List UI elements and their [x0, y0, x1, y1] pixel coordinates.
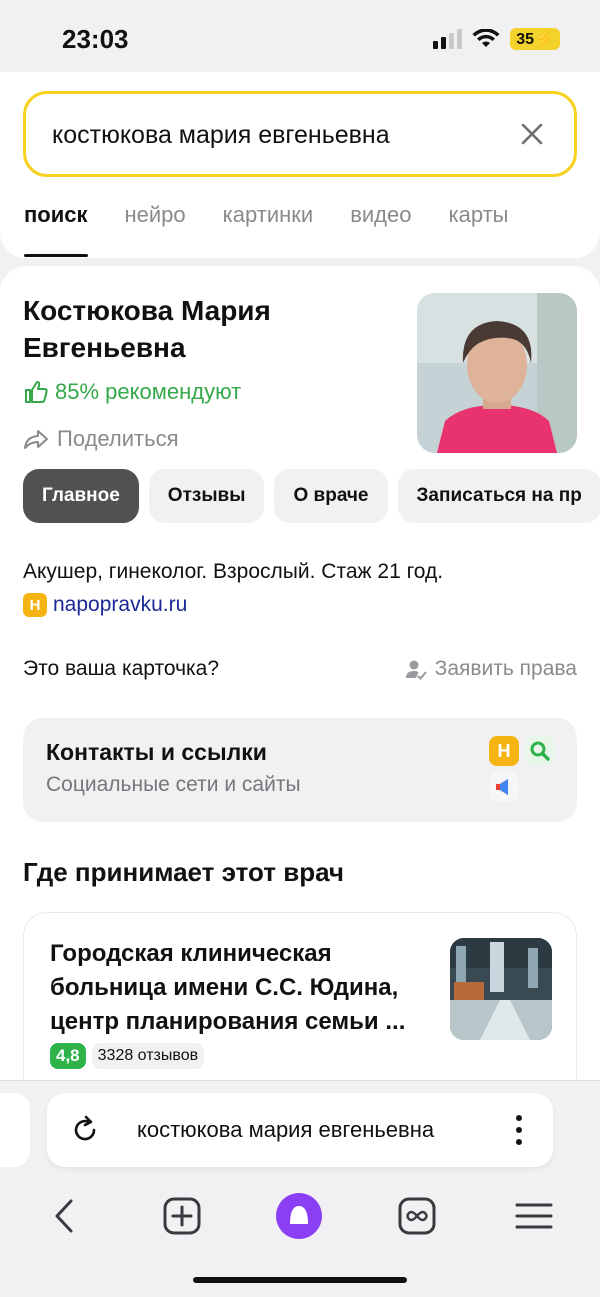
- share-label: Поделиться: [57, 426, 179, 451]
- contacts-title: Контакты и ссылки: [46, 739, 267, 765]
- section-chips: Главное Отзывы О враче Записаться на пр: [23, 469, 600, 523]
- megaphone-icon: [489, 772, 519, 802]
- tab-neuro[interactable]: нейро: [125, 202, 186, 228]
- battery-level: 35: [516, 31, 535, 48]
- signal-icon: [433, 29, 463, 49]
- menu-icon: [515, 1203, 553, 1229]
- recommend-rate: 85% рекомендуют: [23, 379, 241, 405]
- chip-about[interactable]: О враче: [274, 469, 388, 523]
- reviews-count[interactable]: 3328 отзывов: [91, 1043, 205, 1069]
- doctor-description: Акушер, гинеколог. Взрослый. Стаж 21 год…: [23, 560, 444, 583]
- share-button[interactable]: Поделиться: [23, 426, 178, 452]
- napopravku-icon: H: [489, 736, 519, 766]
- share-icon: [24, 430, 48, 449]
- alice-icon: [276, 1193, 322, 1239]
- clinic-rating: 4,8 3328 отзывов: [50, 1043, 205, 1069]
- tabs-icon: [398, 1197, 436, 1235]
- search-query[interactable]: костюкова мария евгеньевна: [52, 121, 390, 150]
- clinic-photo: [450, 938, 552, 1040]
- source-domain[interactable]: napopravku.ru: [53, 593, 187, 617]
- contacts-card[interactable]: Контакты и ссылки Социальные сети и сайт…: [23, 718, 577, 822]
- previous-tab-edge[interactable]: [0, 1093, 30, 1167]
- your-card-question: Это ваша карточка?: [23, 657, 220, 680]
- tab-video[interactable]: видео: [350, 202, 411, 228]
- address-text[interactable]: костюкова мария евгеньевна: [137, 1117, 434, 1143]
- clinic-name[interactable]: Городская клиническая больница имени С.С…: [50, 937, 445, 1039]
- browser-toolbar: костюкова мария евгеньевна: [0, 1080, 600, 1297]
- doctor-name: Костюкова Мария Евгеньевна: [23, 295, 271, 363]
- contacts-icons: H: [489, 736, 555, 804]
- doctor-card: Костюкова Мария Евгеньевна 85% рекоменду…: [0, 266, 600, 1096]
- chip-reviews[interactable]: Отзывы: [148, 469, 265, 523]
- search-header: костюкова мария евгеньевна поиск нейро к…: [0, 72, 600, 258]
- more-icon[interactable]: [515, 1113, 523, 1147]
- status-bar: 23:03 35⚡: [0, 0, 600, 72]
- new-tab-button[interactable]: [156, 1190, 208, 1242]
- reload-icon[interactable]: [69, 1114, 101, 1146]
- search-service-icon: [525, 736, 555, 766]
- home-indicator[interactable]: [193, 1277, 407, 1283]
- back-button[interactable]: [38, 1190, 90, 1242]
- status-icons: 35⚡: [433, 28, 560, 50]
- claim-user-icon: [405, 660, 427, 680]
- napopravku-icon: H: [23, 593, 47, 617]
- wifi-icon: [472, 29, 500, 47]
- claim-label: Заявить права: [434, 657, 577, 680]
- menu-button[interactable]: [508, 1190, 560, 1242]
- back-icon: [55, 1199, 73, 1233]
- recommend-text: 85% рекомендуют: [55, 379, 242, 404]
- search-input[interactable]: костюкова мария евгеньевна: [23, 91, 577, 177]
- tabs-button[interactable]: [391, 1190, 443, 1242]
- search-tabs: поиск нейро картинки видео карты: [24, 202, 508, 257]
- bottom-navigation: [0, 1186, 600, 1246]
- claim-rights-button[interactable]: Заявить права: [405, 657, 577, 681]
- clinic-card[interactable]: Городская клиническая больница имени С.С…: [23, 912, 577, 1096]
- chip-main[interactable]: Главное: [23, 469, 139, 523]
- tab-images[interactable]: картинки: [223, 202, 314, 228]
- alice-button[interactable]: [273, 1190, 325, 1242]
- new-tab-icon: [163, 1197, 201, 1235]
- thumbs-up-icon: [25, 381, 48, 403]
- tab-search[interactable]: поиск: [24, 202, 88, 257]
- address-bar[interactable]: костюкова мария евгеньевна: [47, 1093, 553, 1167]
- rating-score: 4,8: [50, 1043, 86, 1069]
- battery-icon: 35⚡: [510, 28, 560, 50]
- source-link[interactable]: H napopravku.ru: [23, 593, 187, 617]
- clear-icon[interactable]: [518, 120, 546, 148]
- clinics-heading: Где принимает этот врач: [23, 857, 344, 887]
- status-time: 23:03: [62, 24, 129, 54]
- contacts-subtitle: Социальные сети и сайты: [46, 773, 301, 796]
- tab-maps[interactable]: карты: [448, 202, 508, 228]
- chip-book[interactable]: Записаться на пр: [397, 469, 600, 523]
- doctor-photo[interactable]: [417, 293, 577, 453]
